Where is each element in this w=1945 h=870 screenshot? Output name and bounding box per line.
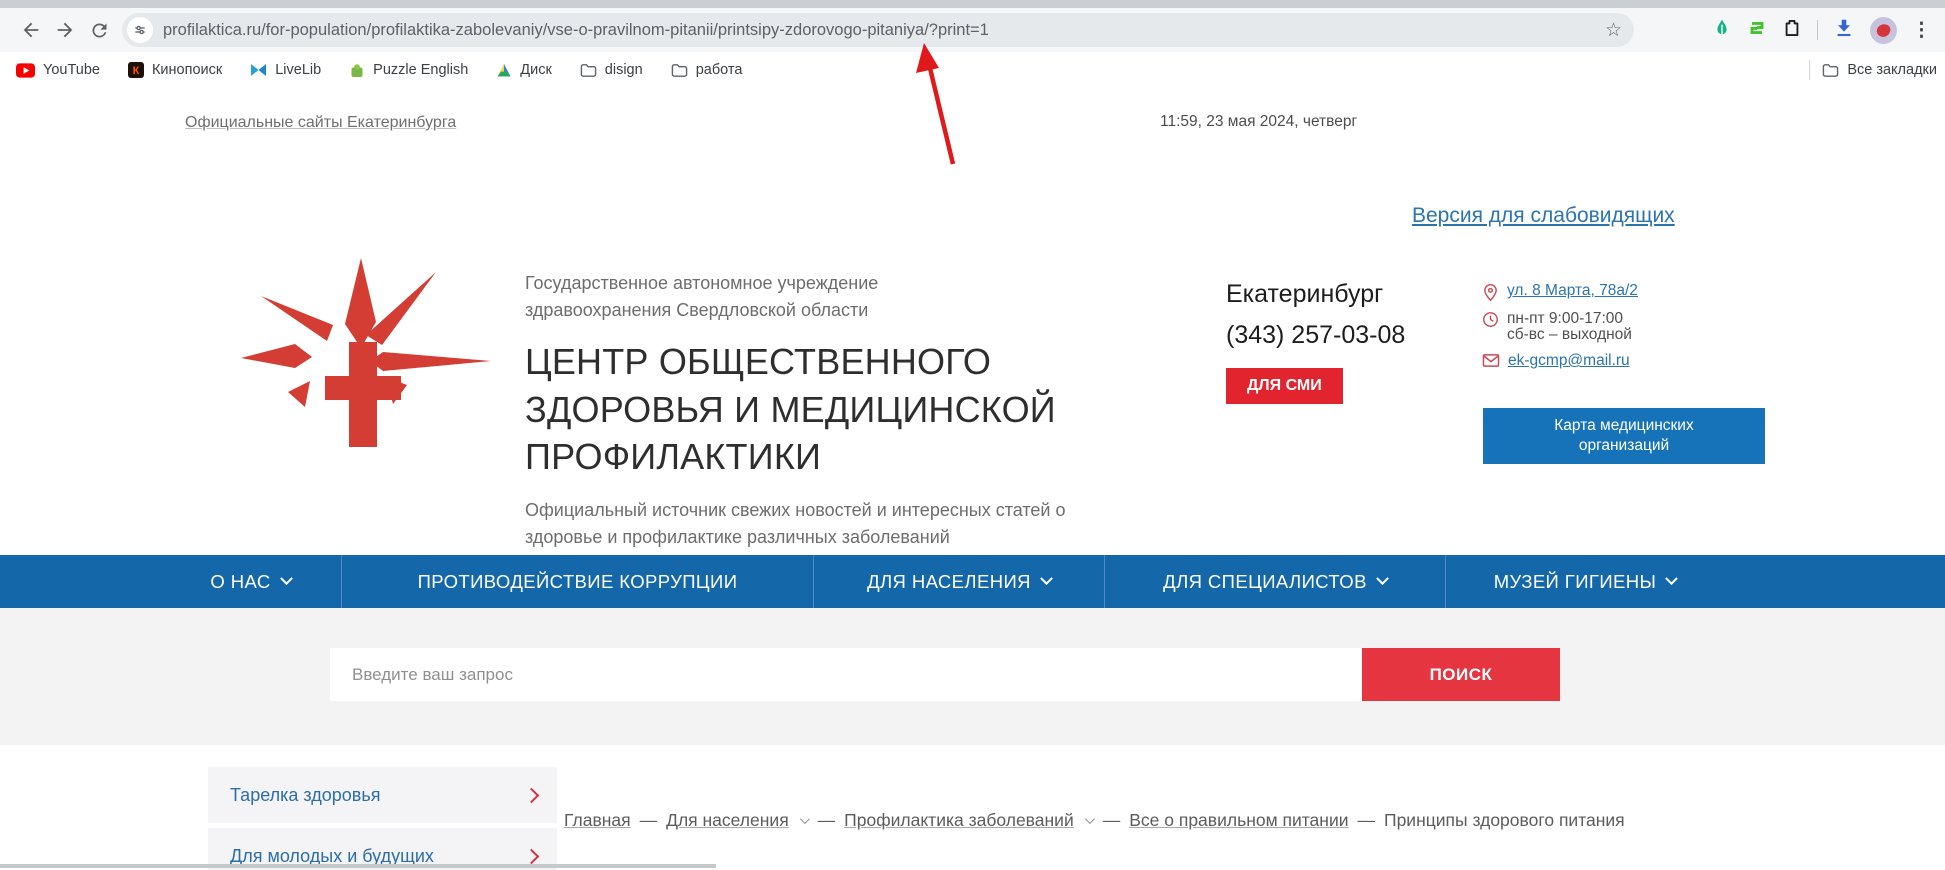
url-text[interactable]: profilaktica.ru/for-population/profilakt…: [163, 21, 1597, 40]
all-bookmarks-button[interactable]: Все закладки: [1822, 62, 1937, 78]
bookmark-livelib[interactable]: LiveLib: [250, 62, 321, 78]
reload-icon[interactable]: [82, 13, 116, 47]
search-input[interactable]: [330, 648, 1362, 701]
working-hours-weekend: сб-вс – выходной: [1507, 326, 1632, 343]
breadcrumb: Главная — Для населения — Профилактика з…: [564, 810, 1625, 831]
chevron-right-icon: [523, 848, 540, 864]
extension-leaf-icon[interactable]: [1712, 18, 1732, 43]
browser-window: profilaktica.ru/for-population/profilakt…: [0, 0, 1945, 870]
chevron-down-icon: [1375, 572, 1389, 586]
browser-toolbar: profilaktica.ru/for-population/profilakt…: [0, 8, 1945, 52]
folder-icon: [1823, 63, 1839, 77]
breadcrumb-for-population[interactable]: Для населения: [666, 810, 789, 831]
kinopoisk-icon: К: [127, 62, 144, 78]
chevron-down-icon: [799, 814, 810, 825]
email-icon: [1482, 354, 1500, 367]
window-titlebar-edge: [0, 0, 1945, 8]
org-identity: Государственное автономное учреждение зд…: [525, 270, 1125, 551]
google-drive-icon: [497, 63, 511, 76]
breadcrumb-proper-nutrition[interactable]: Все о правильном питании: [1129, 810, 1348, 831]
extension-z-icon[interactable]: [1747, 18, 1767, 43]
sidebar-item-health-plate[interactable]: Тарелка здоровья: [208, 767, 557, 823]
breadcrumb-disease-prevention[interactable]: Профилактика заболеваний: [844, 810, 1074, 831]
url-bar[interactable]: profilaktica.ru/for-population/profilakt…: [122, 13, 1634, 47]
chevron-down-icon: [1665, 572, 1679, 586]
search-button[interactable]: ПОИСК: [1362, 648, 1560, 701]
phone-number: (343) 257-03-08: [1226, 321, 1406, 349]
datetime-text: 11:59, 23 мая 2024, четверг: [1160, 113, 1358, 130]
chevron-down-icon: [279, 572, 293, 586]
puzzle-english-icon: [351, 64, 363, 77]
official-sites-link[interactable]: Официальные сайты Екатеринбурга: [185, 114, 456, 132]
nav-item-anticorruption[interactable]: ПРОТИВОДЕЙСТВИЕ КОРРУПЦИИ: [341, 555, 813, 608]
forward-icon[interactable]: [48, 13, 82, 47]
back-icon[interactable]: [14, 13, 48, 47]
toolbar-separator: [1817, 20, 1818, 40]
bookmark-star-icon[interactable]: ☆: [1605, 21, 1622, 40]
toolbar-extensions: ⋮: [1648, 16, 1935, 44]
livelib-icon: [251, 64, 267, 76]
site-subtitle: Официальный источник свежих новостей и и…: [525, 499, 1066, 547]
bookmark-folder-disign[interactable]: disign: [580, 62, 643, 78]
site-title: ЦЕНТР ОБЩЕСТВЕННОГО ЗДОРОВЬЯ И МЕДИЦИНСК…: [525, 341, 1056, 478]
bookmark-disk[interactable]: Диск: [496, 62, 552, 78]
extension-jar-icon[interactable]: [1782, 18, 1802, 43]
nav-item-for-specialists[interactable]: ДЛЯ СПЕЦИАЛИСТОВ: [1104, 555, 1445, 608]
folder-icon: [580, 63, 597, 77]
site-logo[interactable]: [233, 252, 495, 454]
org-type-text: Государственное автономное учреждение зд…: [525, 273, 879, 320]
contacts-block: ул. 8 Марта, 78а/2 пн-пт 9:00-17:00 сб-в…: [1482, 282, 1782, 378]
bookmark-kinopoisk[interactable]: К Кинопоиск: [127, 62, 222, 78]
nav-item-for-population[interactable]: ДЛЯ НАСЕЛЕНИЯ: [813, 555, 1104, 608]
folder-icon: [671, 63, 687, 77]
nav-item-about[interactable]: О НАС: [160, 555, 341, 608]
bookmark-youtube[interactable]: YouTube: [16, 62, 100, 78]
profile-avatar[interactable]: [1870, 16, 1897, 44]
bookmarks-bar: YouTube К Кинопоиск LiveLib Puzzle Engli…: [0, 52, 1945, 88]
bookmarks-separator: [1809, 60, 1811, 80]
email-link[interactable]: ek-gcmp@mail.ru: [1508, 352, 1630, 370]
nav-item-hygiene-museum[interactable]: МУЗЕЙ ГИГИЕНЫ: [1445, 555, 1724, 608]
location-pin-icon: [1484, 283, 1497, 302]
bookmark-puzzle-english[interactable]: Puzzle English: [349, 62, 468, 78]
address-link[interactable]: ул. 8 Марта, 78а/2: [1507, 282, 1638, 300]
svg-text:К: К: [133, 65, 140, 77]
downloads-icon[interactable]: [1833, 17, 1855, 44]
city-label: Екатеринбург: [1226, 280, 1384, 308]
clock-icon: [1483, 312, 1498, 327]
for-press-button[interactable]: ДЛЯ СМИ: [1226, 368, 1343, 404]
breadcrumb-current-page: Принципы здорового питания: [1384, 810, 1625, 830]
breadcrumb-home[interactable]: Главная: [564, 810, 631, 831]
menu-kebab-icon[interactable]: ⋮: [1912, 21, 1931, 40]
chevron-down-icon: [1040, 572, 1053, 586]
main-navigation: О НАС ПРОТИВОДЕЙСТВИЕ КОРРУПЦИИ ДЛЯ НАСЕ…: [0, 555, 1945, 608]
chevron-down-icon: [1084, 814, 1095, 825]
medical-orgs-map-button[interactable]: Карта медицинских организаций: [1483, 408, 1765, 464]
window-edge-artifact: [0, 864, 716, 868]
bookmark-folder-rabota[interactable]: работа: [671, 62, 742, 78]
chevron-right-icon: [523, 787, 540, 803]
accessibility-version-link[interactable]: Версия для слабовидящих: [1412, 204, 1675, 228]
youtube-icon: [16, 62, 35, 78]
site-info-icon[interactable]: [127, 17, 153, 43]
